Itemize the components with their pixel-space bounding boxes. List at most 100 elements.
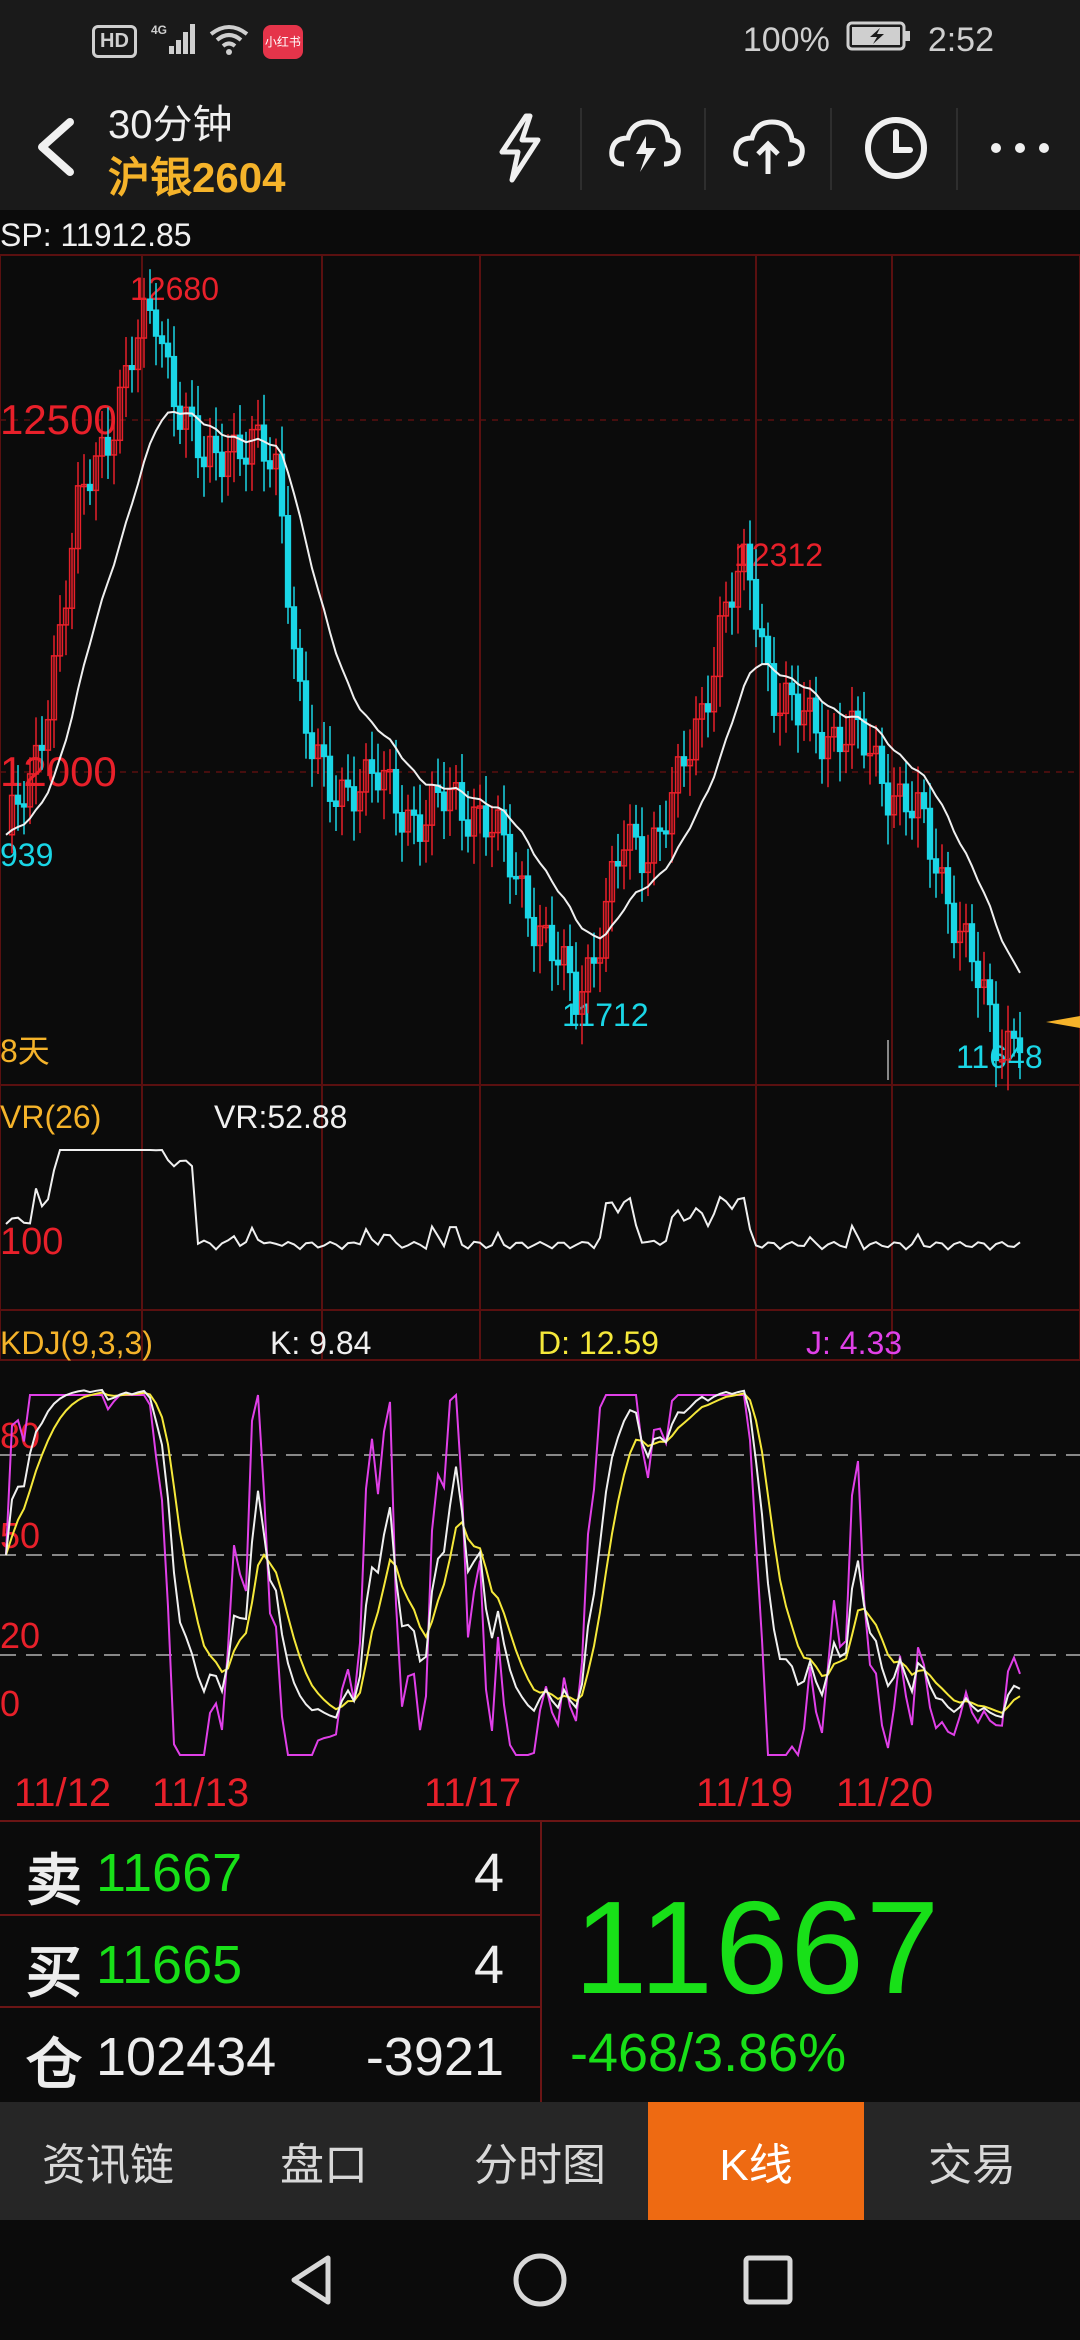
open-interest-change: -3921	[365, 2027, 504, 2087]
nav-home-icon[interactable]	[510, 2250, 570, 2310]
candle-body	[146, 298, 154, 311]
open-interest-row[interactable]: 仓 102434 -3921	[0, 2006, 540, 2098]
candle-body	[950, 902, 958, 944]
back-arrow-icon[interactable]	[22, 112, 92, 182]
candle-body	[302, 680, 310, 734]
kdj-d-line	[5, 1391, 1021, 1715]
candle-body	[284, 514, 292, 608]
candle-body	[176, 405, 184, 430]
kdj-k-line	[5, 1388, 1021, 1719]
candle-body	[680, 756, 688, 767]
ask-volume: 4	[473, 1843, 504, 1903]
tab-news-chain[interactable]: 资讯链	[0, 2102, 216, 2220]
current-price-pointer-icon	[1046, 1016, 1080, 1028]
system-nav-bar	[0, 2220, 1080, 2340]
candle-body	[812, 697, 820, 734]
instrument-name[interactable]: 沪银2604	[108, 144, 285, 205]
kdj-level-20: 20	[0, 1615, 40, 1656]
battery-percent: 100%	[742, 21, 830, 59]
candle-body	[410, 809, 418, 816]
wifi-icon	[209, 22, 249, 61]
candle-body	[344, 779, 352, 788]
kdj-j-value: J: 4.33	[806, 1325, 902, 1361]
candle-body	[524, 875, 532, 919]
candle-body	[1016, 1037, 1024, 1054]
candle-body	[506, 833, 514, 878]
vr-line	[5, 1148, 1021, 1251]
chart-period-title[interactable]: 30分钟	[108, 92, 233, 150]
candle-body	[164, 342, 172, 358]
price-grid-lines	[0, 419, 1080, 773]
candle-body	[266, 460, 274, 470]
tab-order-book[interactable]: 盘口	[216, 2102, 432, 2220]
candle-body	[152, 309, 160, 337]
candle-body	[704, 703, 712, 713]
header-divider	[830, 108, 832, 190]
date-label-1117: 11/17	[424, 1771, 521, 1815]
candle-body	[908, 810, 916, 819]
kdj-d-value: D: 12.59	[538, 1325, 659, 1361]
candle-body	[332, 800, 340, 807]
candle-body	[320, 744, 328, 758]
candle-body	[764, 635, 772, 665]
lightning-icon[interactable]	[482, 110, 558, 186]
candle-body	[932, 858, 940, 874]
candle-body	[374, 772, 382, 791]
candle-body	[416, 814, 424, 842]
date-label-1119: 11/19	[696, 1771, 793, 1815]
candle-body	[566, 946, 574, 974]
cloud-sync-icon[interactable]	[606, 110, 682, 186]
tab-intraday[interactable]: 分时图	[432, 2102, 648, 2220]
ask-row[interactable]: 卖 11667 4	[0, 1822, 540, 1916]
candle-body	[212, 435, 220, 454]
candle-body	[530, 916, 538, 947]
notification-app-icon: 小红书	[262, 24, 303, 59]
candle-body	[614, 861, 622, 867]
candle-body	[590, 957, 598, 964]
candle-body	[986, 979, 994, 1006]
candle-body	[86, 483, 94, 492]
kline-chart-area[interactable]: SP: 11912.85 12680 12500 12000 939 12312…	[0, 210, 1080, 1820]
candle-body	[554, 959, 562, 966]
candle-body	[572, 971, 580, 1015]
candle-body	[350, 786, 358, 812]
bid-price: 11665	[96, 1935, 243, 1995]
candle-body	[200, 456, 208, 468]
moving-average-line	[5, 410, 1021, 974]
candle-body	[728, 601, 736, 608]
svg-text:4G: 4G	[151, 23, 167, 37]
candle-body	[902, 783, 910, 813]
candle-body	[926, 807, 934, 860]
candle-body	[788, 682, 796, 696]
candle-body	[746, 543, 754, 581]
signal-icon: 4G	[151, 22, 195, 61]
tab-kline[interactable]: K线	[648, 2102, 864, 2220]
candle-body	[308, 732, 316, 760]
cloud-upload-icon[interactable]	[730, 110, 806, 186]
nav-recents-icon[interactable]	[738, 2250, 798, 2310]
candle-body	[20, 803, 28, 808]
nav-back-icon[interactable]	[282, 2250, 342, 2310]
vr-value: VR:52.88	[214, 1099, 347, 1135]
date-label-1120: 11/20	[836, 1771, 933, 1815]
candle-body	[1010, 1030, 1018, 1039]
more-icon[interactable]	[982, 110, 1058, 186]
candle-body	[758, 628, 766, 638]
candle-body	[632, 823, 640, 838]
tab-trade[interactable]: 交易	[864, 2102, 1080, 2220]
open-interest-label: 仓	[26, 2033, 82, 2096]
candle-body	[296, 647, 304, 682]
clock-history-icon[interactable]	[858, 110, 934, 186]
battery-icon	[846, 20, 912, 61]
candle-body	[968, 923, 976, 963]
clock-time: 2:52	[927, 21, 994, 59]
kdj-indicator-name: KDJ(9,3,3)	[0, 1325, 153, 1361]
bid-row[interactable]: 买 11665 4	[0, 1914, 540, 2008]
left-edge-price-label: 939	[0, 837, 53, 873]
bottom-tab-bar: 资讯链 盘口 分时图 K线 交易	[0, 2102, 1080, 2220]
candle-body	[662, 830, 670, 835]
quote-panel: 卖 11667 4 买 11665 4 仓 102434 -3921 11667…	[0, 1820, 1080, 2104]
kline-chart-svg[interactable]: SP: 11912.85 12680 12500 12000 939 12312…	[0, 210, 1080, 1820]
candle-body	[326, 755, 334, 802]
candle-body	[38, 744, 46, 751]
